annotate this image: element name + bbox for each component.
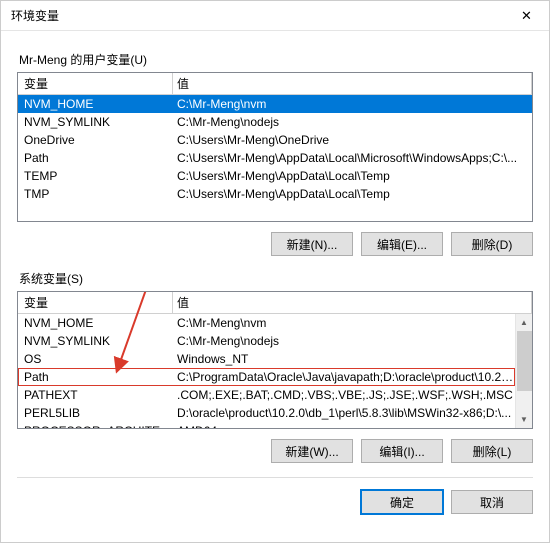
user-delete-button[interactable]: 删除(D)	[451, 232, 533, 256]
titlebar: 环境变量 ✕	[1, 1, 549, 31]
scrollbar[interactable]: ▲ ▼	[515, 314, 532, 428]
var-name: Path	[18, 149, 173, 167]
var-value: C:\Users\Mr-Meng\AppData\Local\Temp	[173, 167, 532, 185]
var-value: Windows_NT	[173, 350, 515, 368]
var-name: OS	[18, 350, 173, 368]
window-title: 环境变量	[11, 7, 59, 24]
var-name: NVM_HOME	[18, 95, 173, 113]
var-value: C:\Mr-Meng\nvm	[173, 314, 515, 332]
var-name: NVM_SYMLINK	[18, 332, 173, 350]
sys-edit-button[interactable]: 编辑(I)...	[361, 439, 443, 463]
var-name: PERL5LIB	[18, 404, 173, 422]
user-vars-list[interactable]: 变量 值 NVM_HOMEC:\Mr-Meng\nvmNVM_SYMLINKC:…	[17, 72, 533, 222]
list-header: 变量 值	[18, 73, 532, 95]
table-row[interactable]: PROCESSOR_ARCHITECTUREAMD64	[18, 422, 515, 429]
var-name: PROCESSOR_ARCHITECTURE	[18, 422, 173, 429]
var-value: AMD64	[173, 422, 515, 429]
sys-vars-label: 系统变量(S)	[19, 270, 533, 287]
table-row[interactable]: TEMPC:\Users\Mr-Meng\AppData\Local\Temp	[18, 167, 532, 185]
table-row[interactable]: NVM_SYMLINKC:\Mr-Meng\nodejs	[18, 113, 532, 131]
user-vars-label: Mr-Meng 的用户变量(U)	[19, 51, 533, 68]
table-row[interactable]: TMPC:\Users\Mr-Meng\AppData\Local\Temp	[18, 185, 532, 203]
var-name: TMP	[18, 185, 173, 203]
sys-vars-list[interactable]: 变量 值 NVM_HOMEC:\Mr-Meng\nvmNVM_SYMLINKC:…	[17, 291, 533, 429]
table-row[interactable]: PathC:\ProgramData\Oracle\Java\javapath;…	[18, 368, 515, 386]
user-buttons: 新建(N)... 编辑(E)... 删除(D)	[17, 232, 533, 256]
var-value: D:\oracle\product\10.2.0\db_1\perl\5.8.3…	[173, 404, 515, 422]
close-button[interactable]: ✕	[504, 1, 549, 30]
col-value-header[interactable]: 值	[173, 73, 532, 94]
ok-button[interactable]: 确定	[361, 490, 443, 514]
table-row[interactable]: PERL5LIBD:\oracle\product\10.2.0\db_1\pe…	[18, 404, 515, 422]
var-value: C:\Mr-Meng\nodejs	[173, 332, 515, 350]
sys-new-button[interactable]: 新建(W)...	[271, 439, 353, 463]
var-name: NVM_SYMLINK	[18, 113, 173, 131]
scroll-up-icon[interactable]: ▲	[516, 314, 532, 331]
table-row[interactable]: PathC:\Users\Mr-Meng\AppData\Local\Micro…	[18, 149, 532, 167]
col-value-header[interactable]: 值	[173, 292, 532, 313]
var-value: C:\Users\Mr-Meng\AppData\Local\Temp	[173, 185, 532, 203]
var-value: .COM;.EXE;.BAT;.CMD;.VBS;.VBE;.JS;.JSE;.…	[173, 386, 515, 404]
user-edit-button[interactable]: 编辑(E)...	[361, 232, 443, 256]
var-value: C:\ProgramData\Oracle\Java\javapath;D:\o…	[173, 368, 515, 386]
var-name: Path	[18, 368, 173, 386]
var-name: TEMP	[18, 167, 173, 185]
col-name-header[interactable]: 变量	[18, 73, 173, 94]
scroll-thumb[interactable]	[517, 331, 532, 391]
table-row[interactable]: NVM_HOMEC:\Mr-Meng\nvm	[18, 95, 532, 113]
list-header: 变量 值	[18, 292, 532, 314]
scroll-down-icon[interactable]: ▼	[516, 411, 532, 428]
table-row[interactable]: NVM_HOMEC:\Mr-Meng\nvm	[18, 314, 515, 332]
table-row[interactable]: PATHEXT.COM;.EXE;.BAT;.CMD;.VBS;.VBE;.JS…	[18, 386, 515, 404]
col-name-header[interactable]: 变量	[18, 292, 173, 313]
user-new-button[interactable]: 新建(N)...	[271, 232, 353, 256]
sys-buttons: 新建(W)... 编辑(I)... 删除(L)	[17, 439, 533, 463]
var-value: C:\Users\Mr-Meng\OneDrive	[173, 131, 532, 149]
table-row[interactable]: OSWindows_NT	[18, 350, 515, 368]
sys-delete-button[interactable]: 删除(L)	[451, 439, 533, 463]
var-value: C:\Mr-Meng\nvm	[173, 95, 532, 113]
dialog-content: Mr-Meng 的用户变量(U) 变量 值 NVM_HOMEC:\Mr-Meng…	[1, 31, 549, 514]
table-row[interactable]: NVM_SYMLINKC:\Mr-Meng\nodejs	[18, 332, 515, 350]
close-icon: ✕	[521, 8, 532, 24]
var-name: OneDrive	[18, 131, 173, 149]
var-name: PATHEXT	[18, 386, 173, 404]
table-row[interactable]: OneDriveC:\Users\Mr-Meng\OneDrive	[18, 131, 532, 149]
dialog-buttons: 确定 取消	[17, 477, 533, 514]
var-value: C:\Users\Mr-Meng\AppData\Local\Microsoft…	[173, 149, 532, 167]
var-name: NVM_HOME	[18, 314, 173, 332]
cancel-button[interactable]: 取消	[451, 490, 533, 514]
var-value: C:\Mr-Meng\nodejs	[173, 113, 532, 131]
